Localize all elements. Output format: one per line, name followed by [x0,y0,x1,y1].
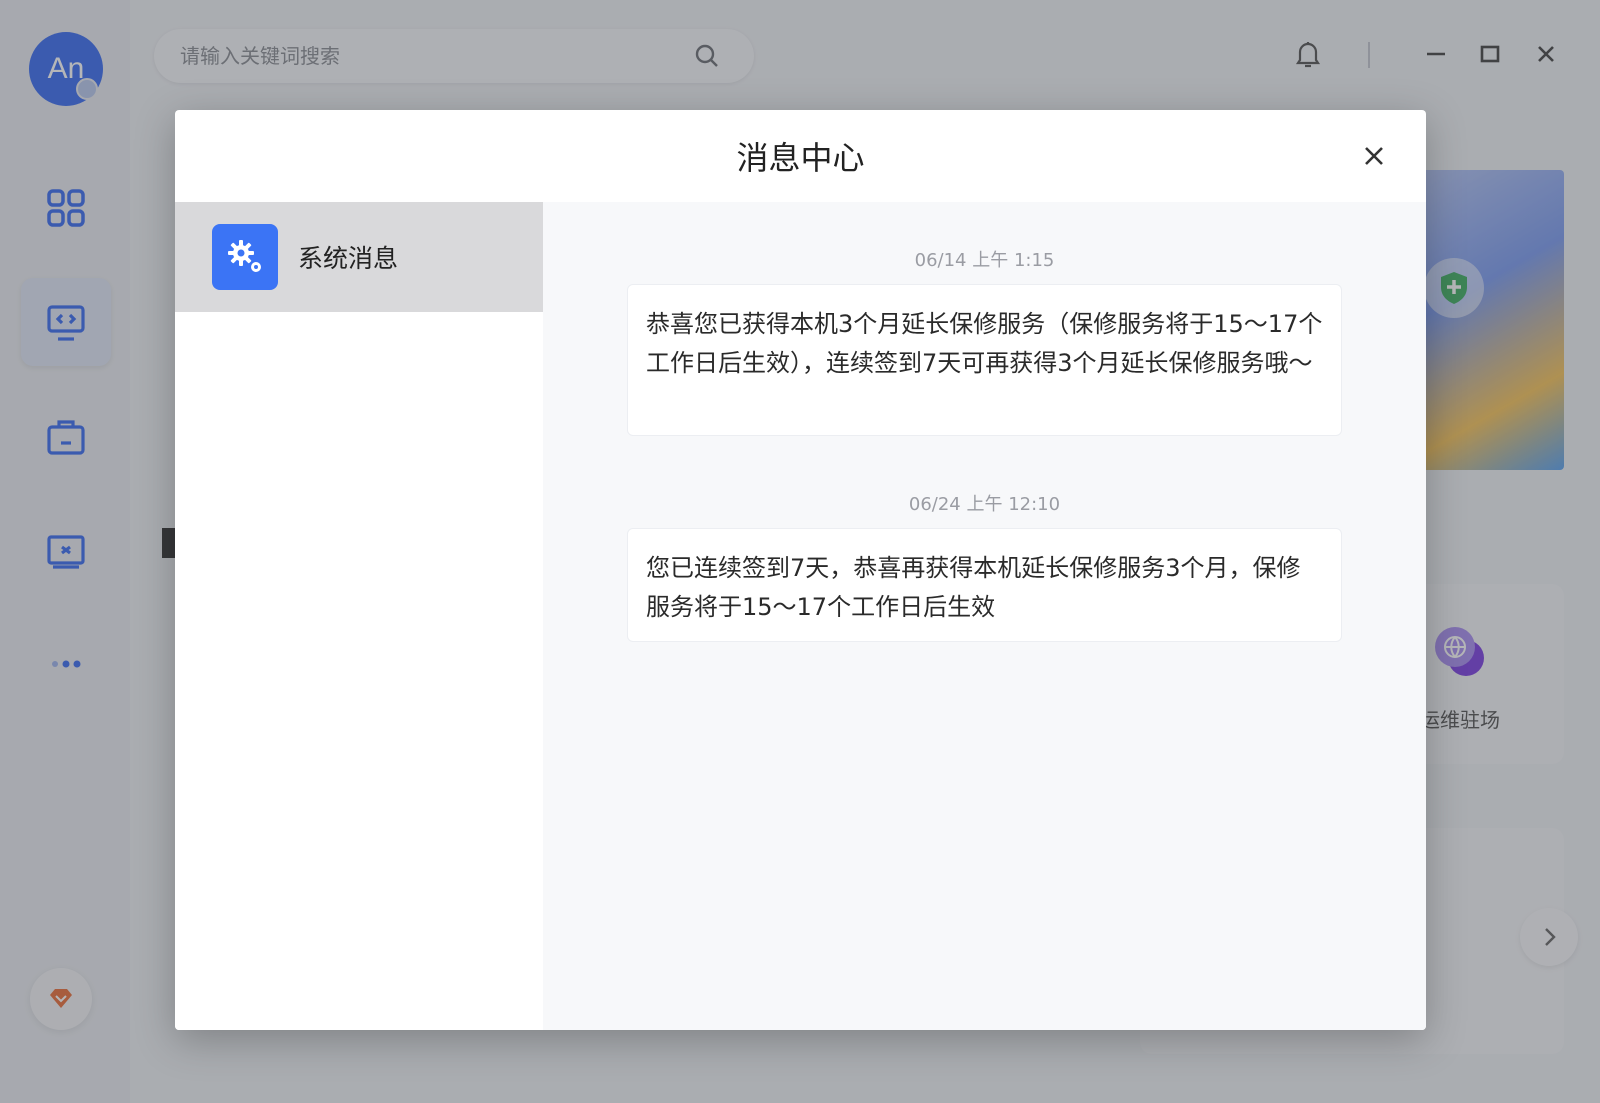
message-timestamp: 06/14 上午 1:15 [914,250,1055,271]
category-list: 系统消息 [175,202,543,1030]
category-label: 系统消息 [298,244,399,273]
message-text: 恭喜您已获得本机3个月延长保修服务（保修服务将于15～17个工作日后生效），连续… [646,310,1323,377]
message-text: 您已连续签到7天，恭喜再获得本机延长保修服务3个月，保修服务将于15～17个工作… [646,554,1301,621]
message-timestamp: 06/24 上午 12:10 [908,494,1061,515]
gear-icon [212,224,278,290]
dialog-title: 消息中心 [736,139,865,177]
message-center-dialog: 消息中心 系统消息 06/14 上午 1:15 恭喜您已获得本机3个月延长保修服… [175,110,1426,1030]
message-card: 恭喜您已获得本机3个月延长保修服务（保修服务将于15～17个工作日后生效），连续… [627,284,1342,436]
message-card: 您已连续签到7天，恭喜再获得本机延长保修服务3个月，保修服务将于15～17个工作… [627,528,1342,642]
message-list: 06/14 上午 1:15 恭喜您已获得本机3个月延长保修服务（保修服务将于15… [543,202,1426,1030]
category-item-system[interactable]: 系统消息 [175,202,543,312]
dialog-header: 消息中心 [175,110,1426,202]
dialog-close-button[interactable] [1358,140,1390,172]
close-icon [1365,147,1383,165]
